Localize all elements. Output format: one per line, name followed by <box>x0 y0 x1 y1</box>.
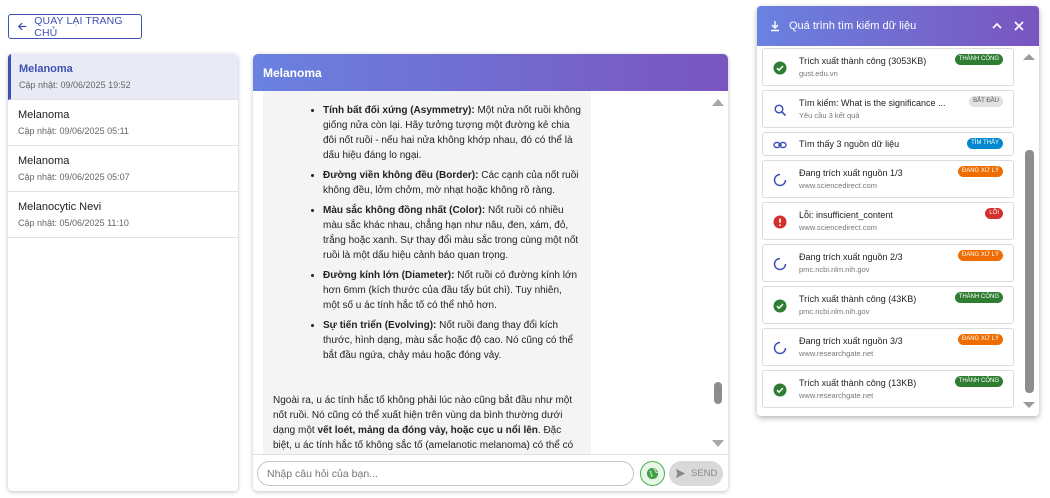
collapse-chevron-icon[interactable] <box>990 19 1004 33</box>
spinner-icon <box>773 257 787 271</box>
scroll-down-arrow-icon[interactable] <box>1023 402 1035 408</box>
send-button[interactable]: SEND <box>669 461 723 486</box>
step-source: www.researchgate.net <box>799 349 874 358</box>
scroll-up-arrow-icon[interactable] <box>1023 54 1035 60</box>
step-title: Tìm kiếm: What is the significance ... <box>799 98 946 108</box>
step-title: Lỗi: insufficient_content <box>799 210 893 220</box>
chat-panel: Melanoma Tính bất đối xứng (Asymmetry): … <box>253 54 728 491</box>
list-item: Đường viền không đều (Border): Các cạnh … <box>323 168 581 198</box>
list-item: Đường kính lớn (Diameter): Nốt ruồi có đ… <box>323 268 581 313</box>
chat-title: Melanoma <box>253 54 728 91</box>
history-item[interactable]: Melanoma Cập nhật: 09/06/2025 05:11 <box>8 100 238 146</box>
search-progress-panel: Quá trình tìm kiếm dữ liệu Trích xuất th… <box>757 6 1039 416</box>
chat-messages: Tính bất đối xứng (Asymmetry): Một nửa n… <box>253 91 728 454</box>
step-source: www.sciencedirect.com <box>799 223 877 232</box>
progress-step: Lỗi: insufficient_content www.sciencedire… <box>762 202 1014 240</box>
panel-title: Quá trình tìm kiếm dữ liệu <box>789 20 917 32</box>
history-item-updated: Cập nhật: 09/06/2025 05:07 <box>18 172 130 182</box>
web-search-toggle-button[interactable] <box>640 461 665 486</box>
list-item: Sự tiến triển (Evolving): Nốt ruồi đang … <box>323 318 581 363</box>
history-item[interactable]: Melanocytic Nevi Cập nhật: 05/06/2025 11… <box>8 192 238 238</box>
list-item: Màu sắc không đồng nhất (Color): Nốt ruồ… <box>323 203 581 263</box>
step-title: Tìm thấy 3 nguồn dữ liệu <box>799 139 900 149</box>
message-composer: SEND <box>253 454 728 491</box>
check-circle-icon <box>773 383 787 397</box>
step-source: gust.edu.vn <box>799 69 838 78</box>
status-badge: ĐANG XỬ LÝ <box>957 334 1003 345</box>
conversation-history-sidebar: Melanoma Cập nhật: 09/06/2025 19:52 Mela… <box>8 54 238 491</box>
panel-header: Quá trình tìm kiếm dữ liệu <box>757 6 1039 46</box>
progress-step: Tìm kiếm: What is the significance ... Yê… <box>762 90 1014 128</box>
step-source: pmc.ncbi.nlm.nih.gov <box>799 265 870 274</box>
scroll-down-arrow-icon[interactable] <box>712 440 724 447</box>
step-source: pmc.ncbi.nlm.nih.gov <box>799 307 870 316</box>
list-item: Tính bất đối xứng (Asymmetry): Một nửa n… <box>323 103 581 163</box>
abcde-list: Tính bất đối xứng (Asymmetry): Một nửa n… <box>323 103 581 363</box>
step-source: www.researchgate.net <box>799 391 874 400</box>
back-button-label: QUAY LẠI TRANG CHỦ <box>34 14 123 39</box>
progress-step: Đang trích xuất nguồn 3/3 www.researchgat… <box>762 328 1014 366</box>
progress-step: Trích xuất thành công (13KB) www.research… <box>762 370 1014 408</box>
scroll-thumb[interactable] <box>714 382 722 404</box>
globe-icon <box>646 467 659 480</box>
assistant-message: Tính bất đối xứng (Asymmetry): Một nửa n… <box>263 91 591 454</box>
step-title: Trích xuất thành công (3053KB) <box>799 56 927 66</box>
spinner-icon <box>773 173 787 187</box>
status-badge: TÌM THẤY <box>967 138 1003 149</box>
send-icon <box>675 468 686 479</box>
step-title: Đang trích xuất nguồn 3/3 <box>799 336 903 346</box>
progress-step: Trích xuất thành công (43KB) pmc.ncbi.nlm… <box>762 286 1014 324</box>
history-item-updated: Cập nhật: 09/06/2025 05:11 <box>18 126 129 136</box>
step-title: Trích xuất thành công (43KB) <box>799 294 917 304</box>
step-source: Yêu cầu 3 kết quả <box>799 111 860 120</box>
check-circle-icon <box>773 299 787 313</box>
history-item-updated: Cập nhật: 05/06/2025 11:10 <box>18 218 129 228</box>
history-item-title: Melanoma <box>19 63 73 75</box>
spinner-icon <box>773 341 787 355</box>
back-to-home-button[interactable]: QUAY LẠI TRANG CHỦ <box>8 14 142 39</box>
status-badge: THÀNH CÔNG <box>954 376 1003 387</box>
download-icon <box>771 21 779 32</box>
history-item-updated: Cập nhật: 09/06/2025 19:52 <box>19 80 131 90</box>
progress-step: Trích xuất thành công (3053KB) gust.edu.v… <box>762 48 1014 86</box>
panel-scrollbar[interactable] <box>1023 50 1035 412</box>
error-icon <box>773 215 787 229</box>
check-circle-icon <box>773 61 787 75</box>
status-badge: BẮT ĐẦU <box>969 96 1003 107</box>
step-title: Trích xuất thành công (13KB) <box>799 378 917 388</box>
step-title: Đang trích xuất nguồn 1/3 <box>799 168 903 178</box>
progress-steps-list: Trích xuất thành công (3053KB) gust.edu.v… <box>762 46 1014 416</box>
history-item-title: Melanocytic Nevi <box>18 201 102 213</box>
progress-step: Tìm thấy 3 nguồn dữ liệu TÌM THẤY <box>762 132 1014 156</box>
progress-step: Đang trích xuất nguồn 2/3 pmc.ncbi.nlm.ni… <box>762 244 1014 282</box>
status-badge: THÀNH CÔNG <box>954 54 1003 65</box>
status-badge: LỖI <box>985 208 1003 219</box>
send-button-label: SEND <box>691 468 718 479</box>
question-input[interactable] <box>257 461 634 486</box>
search-icon <box>773 103 787 117</box>
link-icon <box>773 138 787 152</box>
progress-step: Đang trích xuất nguồn 1/3 www.sciencedire… <box>762 160 1014 198</box>
history-item-title: Melanoma <box>18 155 70 167</box>
status-badge: ĐANG XỬ LÝ <box>957 166 1003 177</box>
step-source: www.sciencedirect.com <box>799 181 877 190</box>
status-badge: ĐANG XỬ LÝ <box>957 250 1003 261</box>
scroll-thumb[interactable] <box>1025 150 1034 393</box>
history-item[interactable]: Melanoma Cập nhật: 09/06/2025 05:07 <box>8 146 238 192</box>
history-item-title: Melanoma <box>18 109 70 121</box>
status-badge: THÀNH CÔNG <box>954 292 1003 303</box>
history-item[interactable]: Melanoma Cập nhật: 09/06/2025 19:52 <box>8 54 238 100</box>
arrow-left-icon <box>17 22 27 31</box>
scroll-up-arrow-icon[interactable] <box>712 99 724 106</box>
close-icon[interactable] <box>1012 19 1026 33</box>
message-paragraph: Ngoài ra, u ác tính hắc tố không phải lú… <box>273 395 574 451</box>
chat-scrollbar[interactable] <box>712 95 724 447</box>
step-title: Đang trích xuất nguồn 2/3 <box>799 252 903 262</box>
